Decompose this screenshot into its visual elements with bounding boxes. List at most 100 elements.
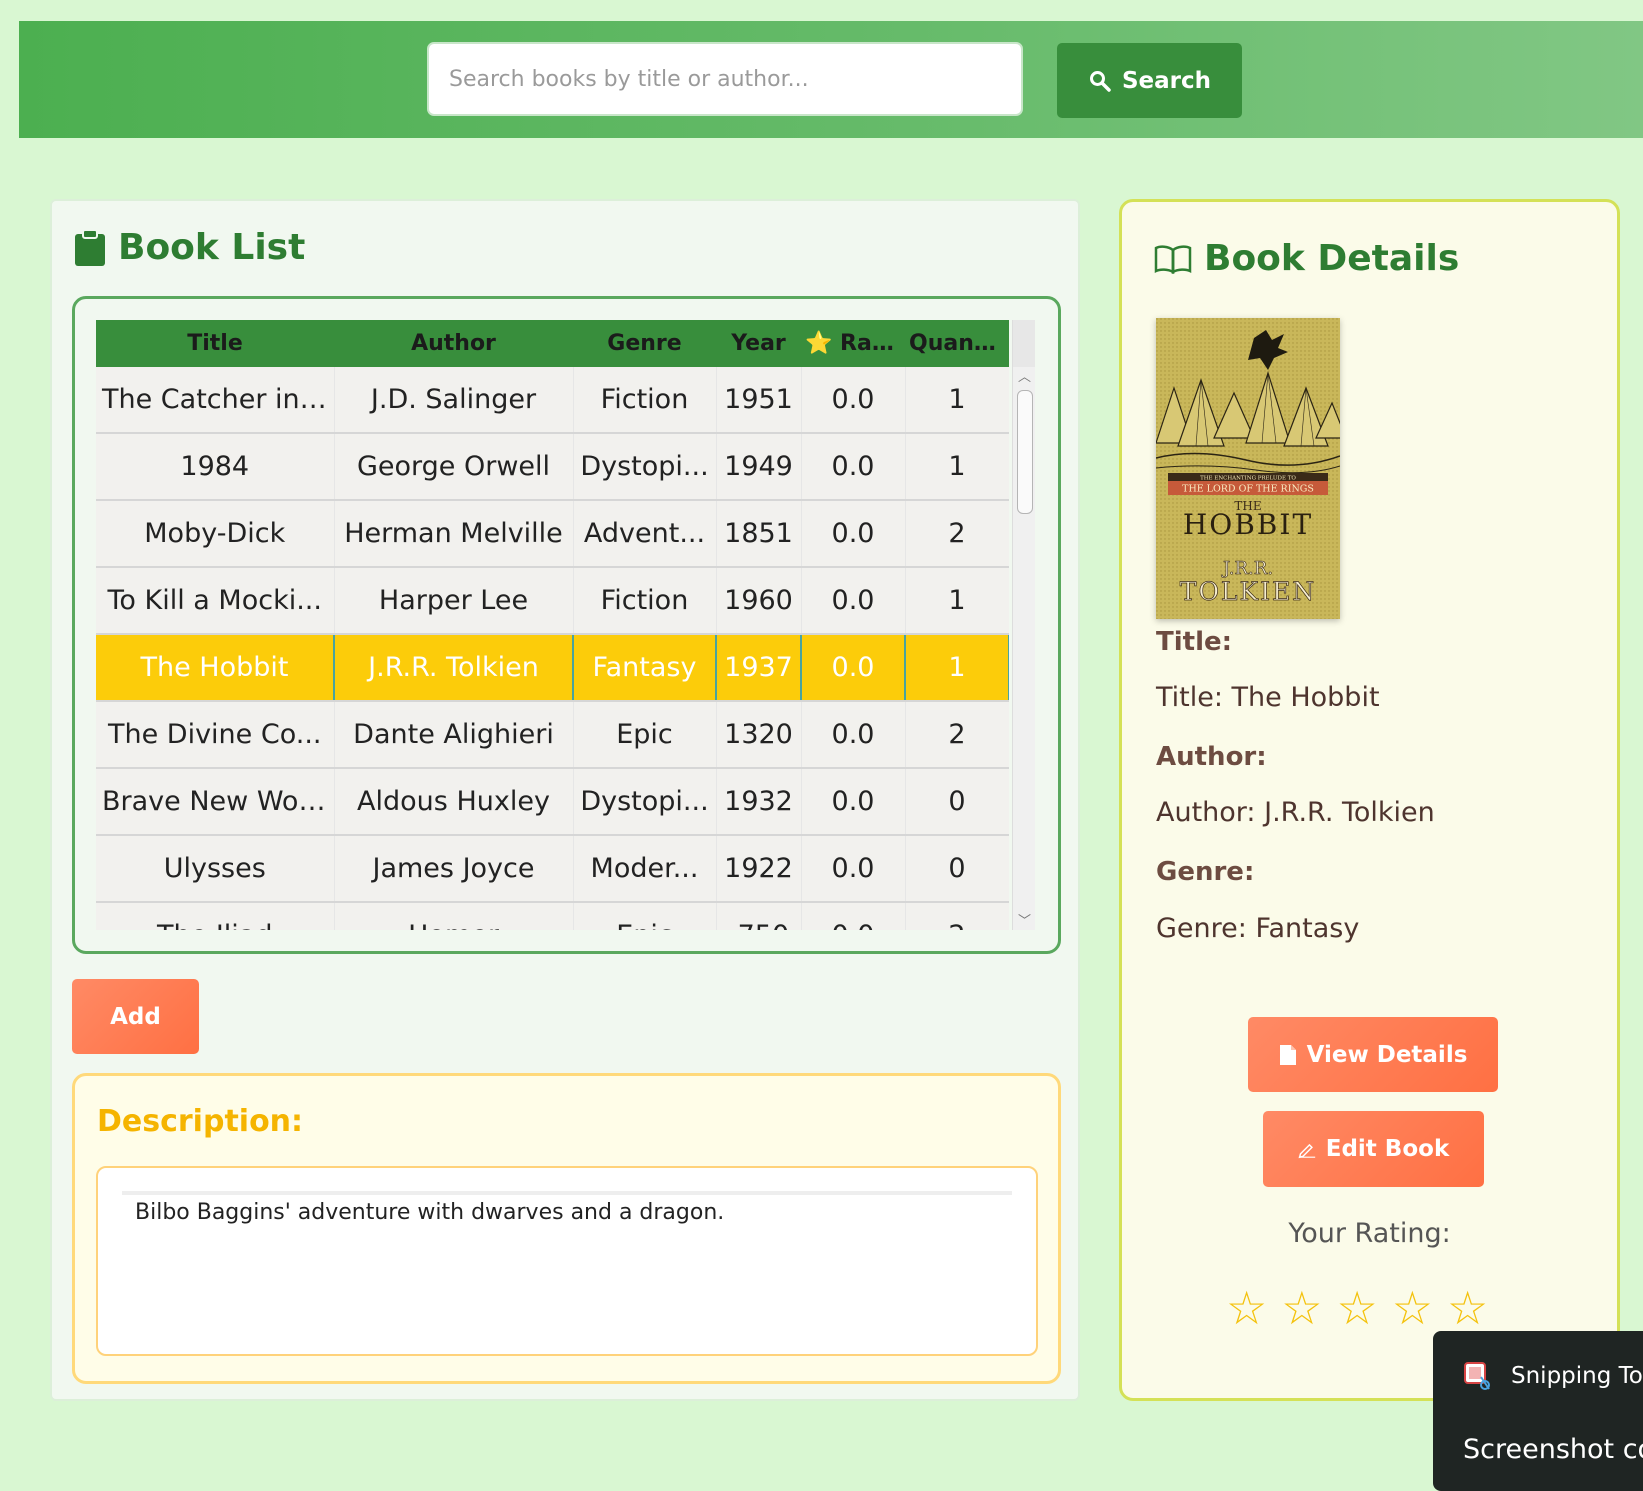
table-cell: Brave New World	[96, 768, 335, 836]
toast-app-name: Snipping Tool	[1511, 1363, 1643, 1389]
star-icon[interactable]: ☆	[1337, 1285, 1378, 1331]
table-cell: Dystopi...	[573, 768, 717, 836]
book-list-heading: Book List	[74, 227, 305, 268]
textarea-top-border	[122, 1191, 1012, 1195]
add-button[interactable]: Add	[72, 979, 199, 1054]
book-table: Title Author Genre Year ⭐ Rat... Quant... The…	[96, 320, 1009, 930]
table-cell: 0.0	[801, 634, 906, 702]
table-cell: 0.0	[801, 433, 906, 501]
svg-text:THE ENCHANTING PRELUDE TO: THE ENCHANTING PRELUDE TO	[1200, 476, 1296, 482]
table-cell: The Iliad	[96, 902, 335, 930]
svg-text:THE LORD OF THE RINGS: THE LORD OF THE RINGS	[1182, 484, 1314, 495]
table-cell: Fantasy	[573, 634, 717, 702]
table-cell: The Divine Co...	[96, 701, 335, 769]
table-cell: 2	[905, 500, 1009, 568]
table-row[interactable]: To Kill a Mocki... Harper Lee Fiction 1960 0…	[96, 567, 1009, 635]
table-row[interactable]: Moby-Dick Herman Melville Advent... 1851 0.0…	[96, 500, 1009, 568]
table-header-row: Title Author Genre Year ⭐ Rat... Quant...	[96, 320, 1009, 367]
table-cell: 1	[905, 634, 1009, 702]
table-row[interactable]: Ulysses James Joyce Moder... 1922 0.0 0	[96, 835, 1009, 903]
table-cell: Fiction	[573, 367, 717, 434]
table-cell: Advent...	[573, 500, 717, 568]
book-table-frame: Title Author Genre Year ⭐ Rat... Quant... The…	[72, 296, 1061, 954]
genre-value: Genre: Fantasy	[1156, 913, 1360, 944]
column-header[interactable]: Title	[96, 320, 334, 367]
star-icon[interactable]: ☆	[1226, 1285, 1267, 1331]
table-cell: James Joyce	[334, 835, 574, 903]
table-cell: 0.0	[801, 367, 906, 434]
scrollbar-thumb[interactable]	[1017, 390, 1033, 514]
table-row-selected[interactable]: The Hobbit J.R.R. Tolkien Fantasy 1937 0.0 1	[96, 634, 1009, 702]
table-cell: 1937	[716, 634, 802, 702]
table-cell: George Orwell	[334, 433, 574, 501]
svg-text:HOBBIT: HOBBIT	[1183, 508, 1313, 541]
column-header[interactable]: Author	[334, 320, 573, 367]
table-cell: Moby-Dick	[96, 500, 335, 568]
table-cell: 0.0	[801, 835, 906, 903]
table-cell: The Catcher in ...	[96, 367, 335, 434]
column-header[interactable]: Quant...	[905, 320, 1009, 367]
table-cell: 1949	[716, 433, 802, 501]
book-details-heading: Book Details	[1154, 238, 1459, 279]
view-details-button[interactable]: View Details	[1248, 1017, 1498, 1092]
table-cell: Ulysses	[96, 835, 335, 903]
search-input[interactable]	[427, 42, 1023, 116]
description-title: Description:	[97, 1104, 304, 1139]
table-cell: 0.0	[801, 768, 906, 836]
column-header[interactable]: Genre	[573, 320, 716, 367]
edit-book-button[interactable]: Edit Book	[1263, 1111, 1484, 1187]
table-scrollbar[interactable]: ︿ ﹀	[1012, 320, 1035, 930]
description-textarea[interactable]: Bilbo Baggins' adventure with dwarves an…	[96, 1166, 1038, 1356]
book-list-panel: Book List Title Author Genre Year ⭐ Rat... Qu…	[50, 199, 1080, 1401]
table-row[interactable]: The Catcher in ... J.D. Salinger Fiction 19…	[96, 367, 1009, 434]
table-row[interactable]: The IliadHomerEpic-7500.02	[96, 902, 1009, 930]
table-cell: 2	[905, 902, 1009, 930]
search-icon	[1089, 70, 1111, 92]
column-header[interactable]: Year	[716, 320, 801, 367]
table-cell: 1960	[716, 567, 802, 635]
search-button[interactable]: Search	[1057, 43, 1242, 118]
scroll-up-icon[interactable]: ︿	[1018, 366, 1031, 385]
genre-label: Genre:	[1156, 857, 1255, 887]
table-row[interactable]: The Divine Co... Dante Alighieri Epic 1320 0…	[96, 701, 1009, 769]
clipboard-icon	[75, 228, 105, 266]
table-cell: Fiction	[573, 567, 717, 635]
star-icon[interactable]: ☆	[1392, 1285, 1433, 1331]
table-cell: The Hobbit	[96, 634, 335, 702]
column-header[interactable]: ⭐ Rat...	[801, 320, 905, 367]
table-row[interactable]: Brave New World Aldous Huxley Dystopi... 19…	[96, 768, 1009, 836]
table-cell: 1	[905, 567, 1009, 635]
table-row[interactable]: 1984 George Orwell Dystopi... 1949 0.0 1	[96, 433, 1009, 501]
table-cell: J.R.R. Tolkien	[334, 634, 574, 702]
book-details-panel: Book Details THE ENCHANTING PRELUDE TO T…	[1119, 199, 1620, 1401]
view-details-label: View Details	[1306, 1041, 1468, 1068]
snipping-tool-notification[interactable]: Snipping Tool Screenshot copied	[1433, 1331, 1643, 1491]
table-cell: Moder...	[573, 835, 717, 903]
table-cell: 1	[905, 367, 1009, 434]
table-cell: 0.0	[801, 567, 906, 635]
table-cell: 1851	[716, 500, 802, 568]
svg-text:J.R.R.: J.R.R.	[1221, 558, 1273, 579]
table-cell: Epic	[573, 902, 717, 930]
snipping-tool-icon	[1464, 1362, 1490, 1390]
edit-book-label: Edit Book	[1325, 1136, 1450, 1162]
table-cell: 1320	[716, 701, 802, 769]
author-label: Author:	[1156, 742, 1267, 772]
star-icon[interactable]: ☆	[1281, 1285, 1322, 1331]
table-cell: Epic	[573, 701, 717, 769]
table-cell: 0	[905, 835, 1009, 903]
search-button-label: Search	[1121, 67, 1212, 94]
star-icon[interactable]: ☆	[1447, 1285, 1488, 1331]
book-list-title: Book List	[118, 227, 306, 268]
book-cover-image: THE ENCHANTING PRELUDE TO THE LORD OF TH…	[1156, 318, 1340, 619]
table-cell: Dante Alighieri	[334, 701, 574, 769]
table-cell: 2	[905, 701, 1009, 769]
scroll-down-icon[interactable]: ﹀	[1018, 910, 1031, 929]
open-book-icon	[1154, 244, 1192, 274]
your-rating-label: Your Rating:	[1288, 1218, 1451, 1249]
toast-message: Screenshot copied	[1463, 1434, 1643, 1465]
table-cell: 1	[905, 433, 1009, 501]
table-cell: Aldous Huxley	[334, 768, 574, 836]
table-cell: Dystopi...	[573, 433, 717, 501]
writing-hand-icon	[1298, 1143, 1315, 1159]
